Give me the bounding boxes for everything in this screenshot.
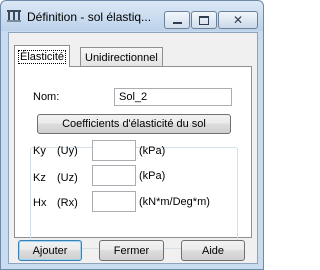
ky-label: Ky bbox=[33, 145, 46, 157]
name-label: Nom: bbox=[33, 91, 60, 103]
close-button[interactable]: Fermer bbox=[99, 240, 164, 261]
add-button[interactable]: Ajouter bbox=[18, 240, 82, 261]
hx-unit: (kN*m/Deg*m) bbox=[139, 196, 210, 208]
tab-elasticite[interactable]: Élasticité bbox=[14, 45, 71, 67]
hx-dof-label: (Rx) bbox=[57, 197, 78, 209]
dialog-window: Définition - sol élastiq... ✕ Élasticité… bbox=[0, 0, 264, 270]
minimize-button[interactable] bbox=[164, 11, 190, 29]
maximize-button[interactable] bbox=[191, 11, 217, 29]
tab-unidirectionnel[interactable]: Unidirectionnel bbox=[80, 47, 163, 67]
kz-label: Kz bbox=[33, 172, 46, 184]
tab-panel-elasticite: Nom: Sol_2 Coefficients d'élasticité du … bbox=[14, 66, 252, 249]
maximize-icon bbox=[199, 15, 209, 25]
close-icon: ✕ bbox=[232, 13, 244, 27]
kz-unit: (kPa) bbox=[139, 170, 166, 182]
close-window-button[interactable]: ✕ bbox=[218, 11, 258, 29]
name-field[interactable]: Sol_2 bbox=[114, 88, 232, 106]
hx-field[interactable] bbox=[92, 191, 136, 212]
soil-elasticity-coefficients-button[interactable]: Coefficients d'élasticité du sol bbox=[37, 114, 231, 134]
dialog-client-area: Élasticité Unidirectionnel Nom: Sol_2 Co… bbox=[8, 32, 258, 264]
help-button[interactable]: Aide bbox=[181, 240, 245, 261]
ky-unit: (kPa) bbox=[139, 145, 166, 157]
window-title: Définition - sol élastiq... bbox=[27, 10, 152, 24]
kz-dof-label: (Uz) bbox=[57, 172, 78, 184]
hx-label: Hx bbox=[33, 197, 47, 209]
tab-label: Unidirectionnel bbox=[85, 51, 158, 64]
kz-field[interactable] bbox=[92, 165, 136, 186]
ky-dof-label: (Uy) bbox=[57, 145, 78, 157]
tab-label: Élasticité bbox=[17, 49, 67, 64]
minimize-icon bbox=[172, 22, 182, 24]
ky-field[interactable] bbox=[92, 140, 136, 161]
title-bar[interactable]: Définition - sol élastiq... ✕ bbox=[1, 1, 263, 31]
structure-icon bbox=[7, 10, 21, 22]
